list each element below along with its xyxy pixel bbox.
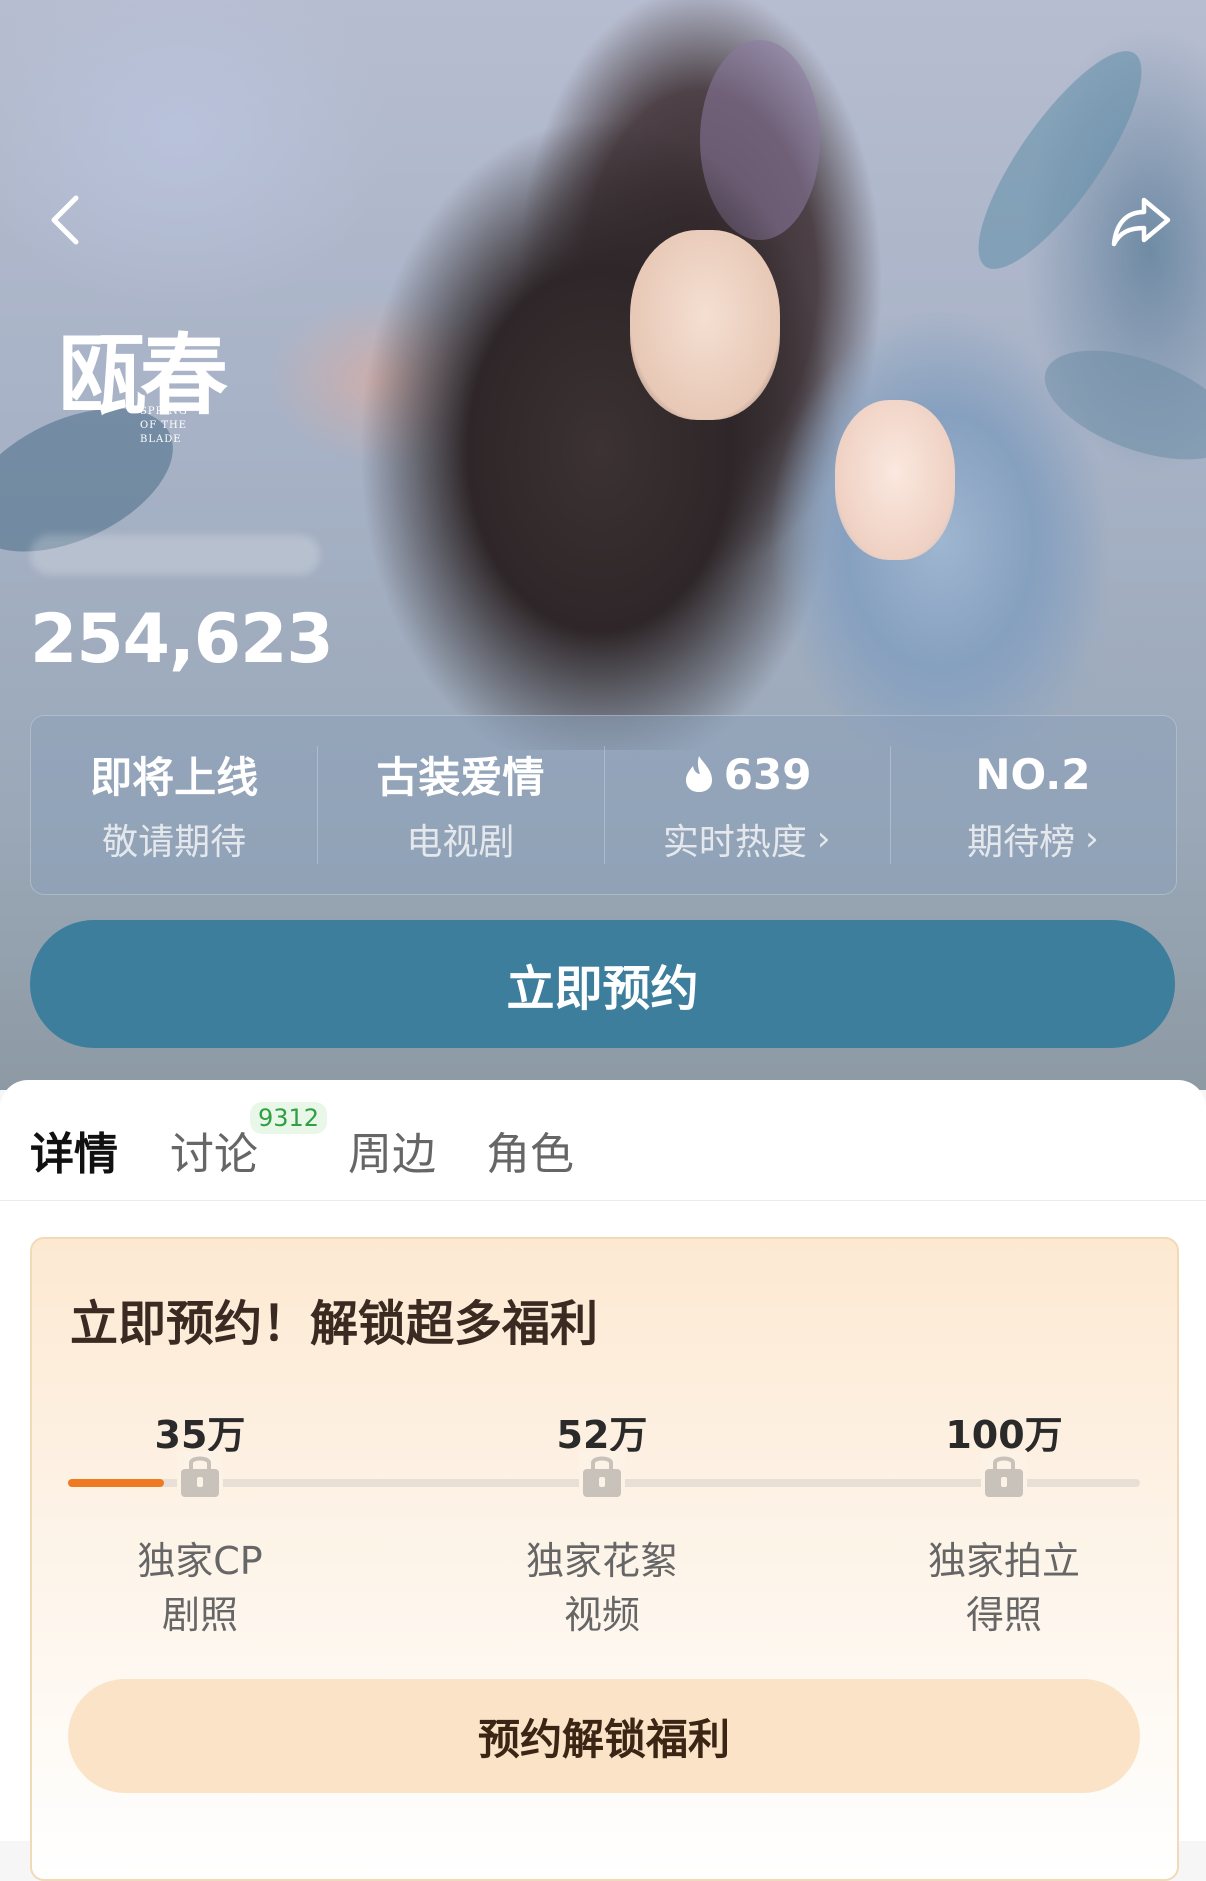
rewards-title: 立即预约！解锁超多福利 (70, 1296, 599, 1352)
lock-icon (981, 1451, 1027, 1501)
perk-label: 独家花絮 视频 (525, 1539, 678, 1637)
stat-label: 实时热度 (662, 822, 807, 863)
share-icon[interactable] (1110, 190, 1171, 250)
stat-value: NO.2 (975, 749, 1091, 799)
stat-release: 即将上线 敬请期待 (31, 716, 317, 894)
logo-subtitle: SPRING OF THE BLADE (140, 406, 188, 445)
back-arrow-icon[interactable] (38, 190, 98, 250)
lock-icon (177, 1451, 223, 1501)
blurred-text (30, 535, 320, 575)
tab-bar: 详情 讨论 9312 周边 角色 (0, 1080, 1206, 1201)
stat-label: 电视剧 (406, 822, 515, 863)
unlock-rewards-button[interactable]: 预约解锁福利 (68, 1679, 1140, 1793)
show-logo: 瓯春 SPRING OF THE BLADE (48, 305, 228, 485)
tab-merch[interactable]: 周边 (348, 1118, 436, 1182)
content-panel: 详情 讨论 9312 周边 角色 立即预约！解锁超多福利 35万 52万 100… (0, 1080, 1206, 1881)
stat-value: 即将上线 (90, 752, 259, 802)
tab-discussion[interactable]: 讨论 (170, 1118, 258, 1182)
stat-rank[interactable]: NO.2 期待榜 › (889, 716, 1176, 894)
stat-label: 敬请期待 (102, 822, 247, 863)
stats-panel: 即将上线 敬请期待 古装爱情 电视剧 639 实时热度 › NO.2 期待榜 › (30, 715, 1177, 895)
chevron-right-icon: › (816, 819, 831, 859)
progress-fill (68, 1479, 165, 1487)
stat-label: 期待榜 (967, 822, 1076, 863)
poster-face (835, 400, 955, 560)
lock-icon (579, 1451, 625, 1501)
perk-label: 独家CP 剧照 (137, 1539, 263, 1637)
reservation-rewards-card: 立即预约！解锁超多福利 35万 52万 100万 独家CP 剧照 独家花絮 视频… (30, 1237, 1179, 1881)
stat-value: 639 (723, 749, 812, 799)
reservation-count: 254,623 (30, 600, 334, 679)
reserve-button[interactable]: 立即预约 (30, 920, 1175, 1048)
discussion-count-badge: 9312 (250, 1102, 328, 1134)
tab-characters[interactable]: 角色 (486, 1118, 574, 1182)
flame-icon (685, 756, 712, 792)
tab-details[interactable]: 详情 (30, 1118, 118, 1182)
poster-face (630, 230, 780, 420)
stat-heat[interactable]: 639 实时热度 › (603, 716, 890, 894)
stat-genre: 古装爱情 电视剧 (317, 716, 603, 894)
perk-label: 独家拍立 得照 (927, 1539, 1080, 1637)
chevron-right-icon: › (1085, 819, 1099, 859)
stat-value: 古装爱情 (376, 752, 545, 802)
